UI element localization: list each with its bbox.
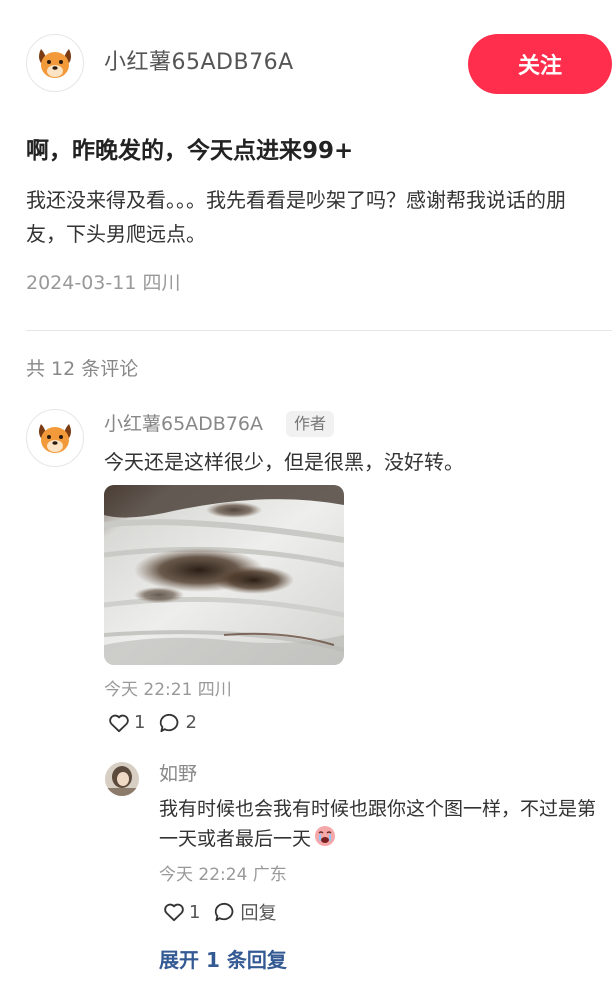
crying-face-icon <box>315 826 336 846</box>
comment-time-location: 今天 22:21 四川 <box>104 680 232 700</box>
expand-replies-link[interactable]: 展开 1 条回复 <box>159 946 287 974</box>
reply-actions: 1 回复 <box>163 899 290 925</box>
heart-icon <box>164 903 184 922</box>
reply-label: 回复 <box>240 903 277 924</box>
comment-author-name[interactable]: 小红薯65ADB76A <box>104 410 263 438</box>
like-button[interactable]: 1 <box>108 712 145 733</box>
dog-face-icon <box>39 424 71 453</box>
author-badge: 作者 <box>286 411 335 437</box>
post-body: 我还没来得及看。。。我先看看是吵架了吗？感谢帮我说话的朋友，下头男爬远点。 <box>26 188 566 246</box>
comment-bubble-icon <box>215 902 234 922</box>
reply-text[interactable]: 我有时候也会我有时候也跟你这个图一样，不过是第一天或者最后一天 <box>159 794 611 854</box>
reply-avatar[interactable] <box>105 762 139 796</box>
follow-button[interactable]: 关注 <box>468 34 612 94</box>
comment-actions: 1 2 <box>108 712 211 733</box>
like-count: 1 <box>134 712 146 733</box>
comment-text[interactable]: 今天还是这样很少，但是很黑，没好转。 <box>104 447 464 477</box>
heart-icon <box>109 714 129 732</box>
author-avatar[interactable] <box>26 34 84 92</box>
reply-like-button[interactable]: 1 <box>163 902 200 923</box>
comment-bubble-icon <box>160 713 179 732</box>
comment-avatar[interactable] <box>26 409 84 467</box>
reply-time-location: 今天 22:24 广东 <box>159 865 287 885</box>
dog-face-icon <box>39 49 71 78</box>
post-title: 啊，昨晚发的，今天点进来99+ <box>26 138 354 164</box>
reply-like-count: 1 <box>189 901 201 923</box>
post-date-location: 2024-03-11 四川 <box>26 272 181 294</box>
reply-count: 2 <box>185 712 197 733</box>
reply-author-name[interactable]: 如野 <box>159 760 197 788</box>
reply-button[interactable]: 2 <box>159 712 197 733</box>
comment-count: 共 12 条评论 <box>26 358 139 380</box>
divider <box>26 330 612 331</box>
author-name[interactable]: 小红薯65ADB76A <box>104 48 294 78</box>
reply-reply-button[interactable]: 回复 <box>214 899 276 925</box>
comment-photo[interactable] <box>104 485 344 665</box>
